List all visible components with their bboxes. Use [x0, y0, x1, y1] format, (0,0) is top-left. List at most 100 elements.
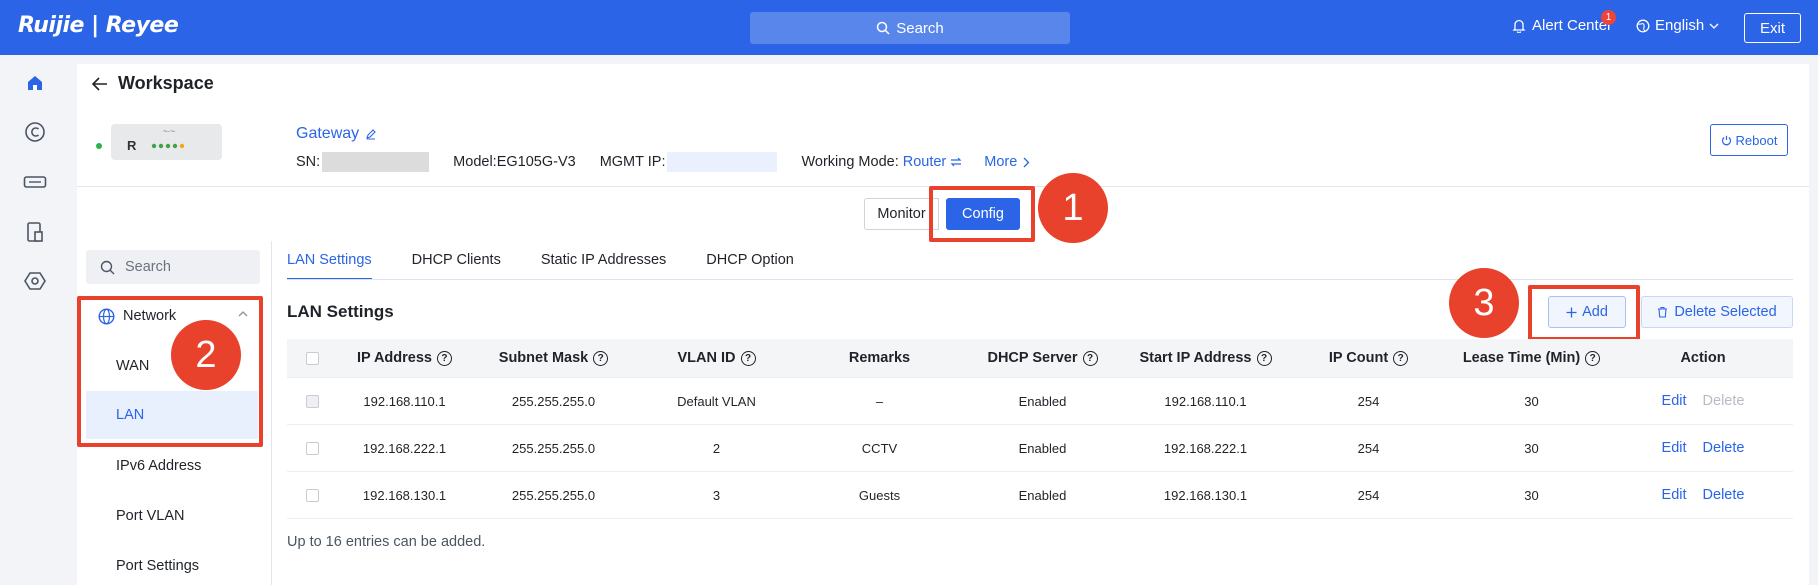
header-label: Subnet Mask [498, 350, 589, 366]
delete-selected-button[interactable]: Delete Selected [1641, 296, 1793, 328]
cell-remarks: Guests [858, 487, 901, 503]
cell-actions: Edit Delete [1613, 472, 1793, 518]
arrow-left-icon[interactable] [92, 76, 108, 91]
workspace-header: Workspace [92, 73, 214, 94]
cell-start-ip: 192.168.222.1 [1163, 440, 1248, 456]
working-mode-value: Router [902, 154, 947, 170]
header-action: Action [1613, 339, 1793, 377]
annotation-marker-1: 1 [1038, 173, 1108, 243]
cell-remarks: – [875, 393, 884, 409]
table-row: 192.168.110.1 255.255.255.0 Default VLAN… [287, 378, 1793, 425]
cell-actions: Edit Delete [1613, 378, 1793, 424]
header-subnet-mask: Subnet Mask? [472, 339, 635, 377]
delete-link[interactable]: Delete [1703, 487, 1745, 503]
device-top-glyph: ~·~ [163, 127, 176, 136]
header-label: IP Address [357, 350, 432, 366]
cell-lease: 30 [1524, 440, 1539, 456]
annotation-box-config [929, 186, 1035, 242]
device-icon[interactable] [19, 166, 51, 198]
table-row: 192.168.130.1 255.255.255.0 3 Guests Ena… [287, 472, 1793, 519]
alert-count-badge: 1 [1601, 10, 1616, 25]
power-icon [1721, 135, 1731, 145]
help-icon[interactable]: ? [1256, 350, 1272, 366]
tab-dhcp-clients[interactable]: DHCP Clients [412, 250, 501, 280]
global-search[interactable]: Search [750, 12, 1070, 44]
header-label: Remarks [848, 350, 911, 366]
hexagon-settings-icon[interactable] [19, 265, 51, 297]
cell-ip: 192.168.110.1 [363, 393, 446, 409]
cloud-c-icon[interactable] [19, 116, 51, 148]
model-text: Model:EG105G-V3 [453, 154, 576, 170]
monitor-mode-button[interactable]: Monitor [864, 198, 939, 230]
row-checkbox[interactable] [305, 441, 319, 455]
left-nav-rail [0, 55, 69, 585]
tab-lan-settings[interactable]: LAN Settings [287, 250, 372, 280]
row-select-cell [287, 472, 337, 518]
help-icon[interactable]: ? [1393, 350, 1409, 366]
global-search-label: Search [896, 19, 944, 37]
swap-icon [950, 157, 962, 167]
mgmt-ip-label: MGMT IP: [599, 154, 666, 170]
edit-link[interactable]: Edit [1662, 393, 1687, 409]
cell-ip-count: 254 [1357, 487, 1380, 503]
alert-center-button[interactable]: Alert Center [1512, 17, 1612, 34]
header-label: VLAN ID [677, 350, 736, 366]
sidebar-search-input[interactable]: Search [86, 250, 260, 284]
page-title: Workspace [118, 73, 214, 93]
cell-mask: 255.255.255.0 [511, 393, 596, 409]
header-label: Lease Time (Min) [1462, 350, 1581, 366]
header-label: Start IP Address [1139, 350, 1252, 366]
header-ip-count: IP Count? [1287, 339, 1450, 377]
cell-vlan: 2 [712, 440, 721, 456]
sn-redacted [322, 152, 430, 172]
tab-bar: LAN Settings DHCP Clients Static IP Addr… [287, 250, 1793, 280]
lan-settings-table: IP Address? Subnet Mask? VLAN ID? Remark… [287, 339, 1793, 519]
help-icon[interactable]: ? [593, 350, 609, 366]
select-all-cell [287, 339, 337, 377]
edit-link[interactable]: Edit [1662, 440, 1687, 456]
delete-link-disabled: Delete [1702, 393, 1745, 409]
tab-static-ip-addresses[interactable]: Static IP Addresses [541, 250, 666, 280]
cell-mask: 255.255.255.0 [511, 440, 596, 456]
help-icon[interactable]: ? [1585, 350, 1601, 366]
table-row: 192.168.222.1 255.255.255.0 2 CCTV Enabl… [287, 425, 1793, 472]
mgmt-ip-redacted [667, 152, 778, 172]
device-info-row: SN: Model:EG105G-V3 MGMT IP: Working Mod… [296, 152, 1030, 172]
cell-actions: Edit Delete [1613, 425, 1793, 471]
cell-ip-count: 254 [1357, 393, 1380, 409]
sidebar-item-port-settings[interactable]: Port Settings [86, 542, 258, 585]
clipboard-icon[interactable] [19, 216, 51, 248]
header-label: DHCP Server [987, 350, 1078, 366]
cell-mask: 255.255.255.0 [511, 487, 596, 503]
alert-center-label: Alert Center [1532, 17, 1613, 34]
cell-lease: 30 [1524, 487, 1539, 503]
home-icon[interactable] [19, 67, 51, 99]
help-icon[interactable]: ? [740, 350, 756, 366]
sidebar-item-ipv6-address[interactable]: IPv6 Address [86, 442, 258, 490]
header-start-ip-address: Start IP Address? [1124, 339, 1287, 377]
row-checkbox[interactable] [305, 488, 319, 502]
brand-logo: Ruijie | Reyee [18, 13, 179, 38]
device-name[interactable]: Gateway [296, 125, 377, 143]
delete-link[interactable]: Delete [1703, 440, 1745, 456]
tab-dhcp-option[interactable]: DHCP Option [706, 250, 794, 280]
reboot-label: Reboot [1735, 132, 1778, 148]
language-selector[interactable]: English [1636, 17, 1719, 34]
section-title: LAN Settings [287, 302, 394, 321]
search-icon [100, 260, 115, 274]
working-mode-switch[interactable]: Router [903, 154, 963, 170]
exit-button[interactable]: Exit [1744, 13, 1801, 43]
cell-dhcp: Enabled [1018, 393, 1067, 409]
help-icon[interactable]: ? [436, 350, 452, 366]
more-link[interactable]: More [984, 154, 1030, 170]
header-label: IP Count [1328, 350, 1389, 366]
edit-pencil-icon[interactable] [365, 128, 377, 140]
cell-start-ip: 192.168.110.1 [1164, 393, 1247, 409]
reboot-button[interactable]: Reboot [1710, 124, 1788, 156]
sidebar-item-port-vlan[interactable]: Port VLAN [86, 492, 258, 540]
edit-link[interactable]: Edit [1662, 487, 1687, 503]
help-icon[interactable]: ? [1082, 350, 1098, 366]
chevron-down-icon [1709, 23, 1719, 29]
trash-icon [1658, 306, 1668, 318]
select-all-checkbox[interactable] [305, 351, 319, 365]
